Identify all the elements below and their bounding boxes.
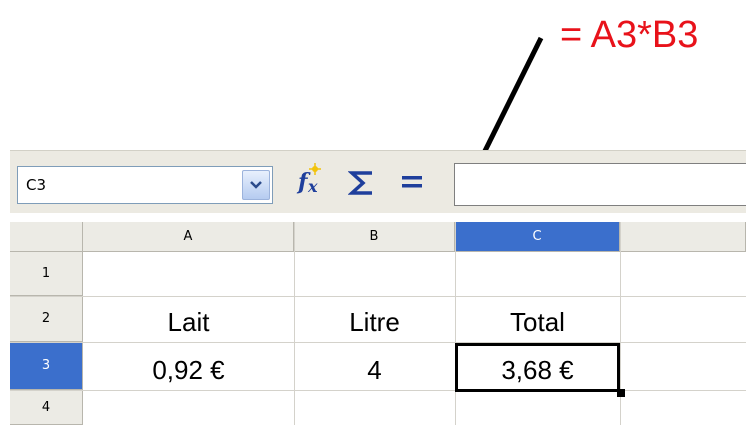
grid-line <box>10 390 746 391</box>
select-all-corner[interactable] <box>10 222 83 252</box>
name-box[interactable]: C3 <box>17 166 273 204</box>
chevron-down-icon[interactable] <box>242 170 270 200</box>
svg-text:x: x <box>307 177 318 196</box>
column-header-a[interactable]: A <box>83 222 294 252</box>
fill-handle[interactable] <box>617 389 625 397</box>
active-cell-cursor <box>455 343 620 392</box>
row-header-1[interactable]: 1 <box>10 252 83 296</box>
cell-b3[interactable]: 4 <box>294 342 455 390</box>
cell-c2[interactable]: Total <box>455 296 620 342</box>
formula-input[interactable] <box>454 163 746 206</box>
row-header-4[interactable]: 4 <box>10 390 83 425</box>
cell-a3[interactable]: 0,92 € <box>83 342 294 390</box>
equals-icon[interactable] <box>400 173 424 195</box>
column-header-d[interactable] <box>620 222 746 252</box>
spreadsheet-grid: A B C 1 2 3 4 Lait Litre Total 0,92 € 4 … <box>10 222 746 425</box>
name-box-value: C3 <box>26 176 47 194</box>
cell-a2[interactable]: Lait <box>83 296 294 342</box>
cell-b2[interactable]: Litre <box>294 296 455 342</box>
fx-icon[interactable]: f x <box>295 163 329 201</box>
row-header-3[interactable]: 3 <box>10 342 83 390</box>
column-header-c[interactable]: C <box>455 222 620 252</box>
sigma-icon[interactable] <box>347 170 376 200</box>
row-header-2[interactable]: 2 <box>10 296 83 342</box>
column-header-b[interactable]: B <box>294 222 455 252</box>
